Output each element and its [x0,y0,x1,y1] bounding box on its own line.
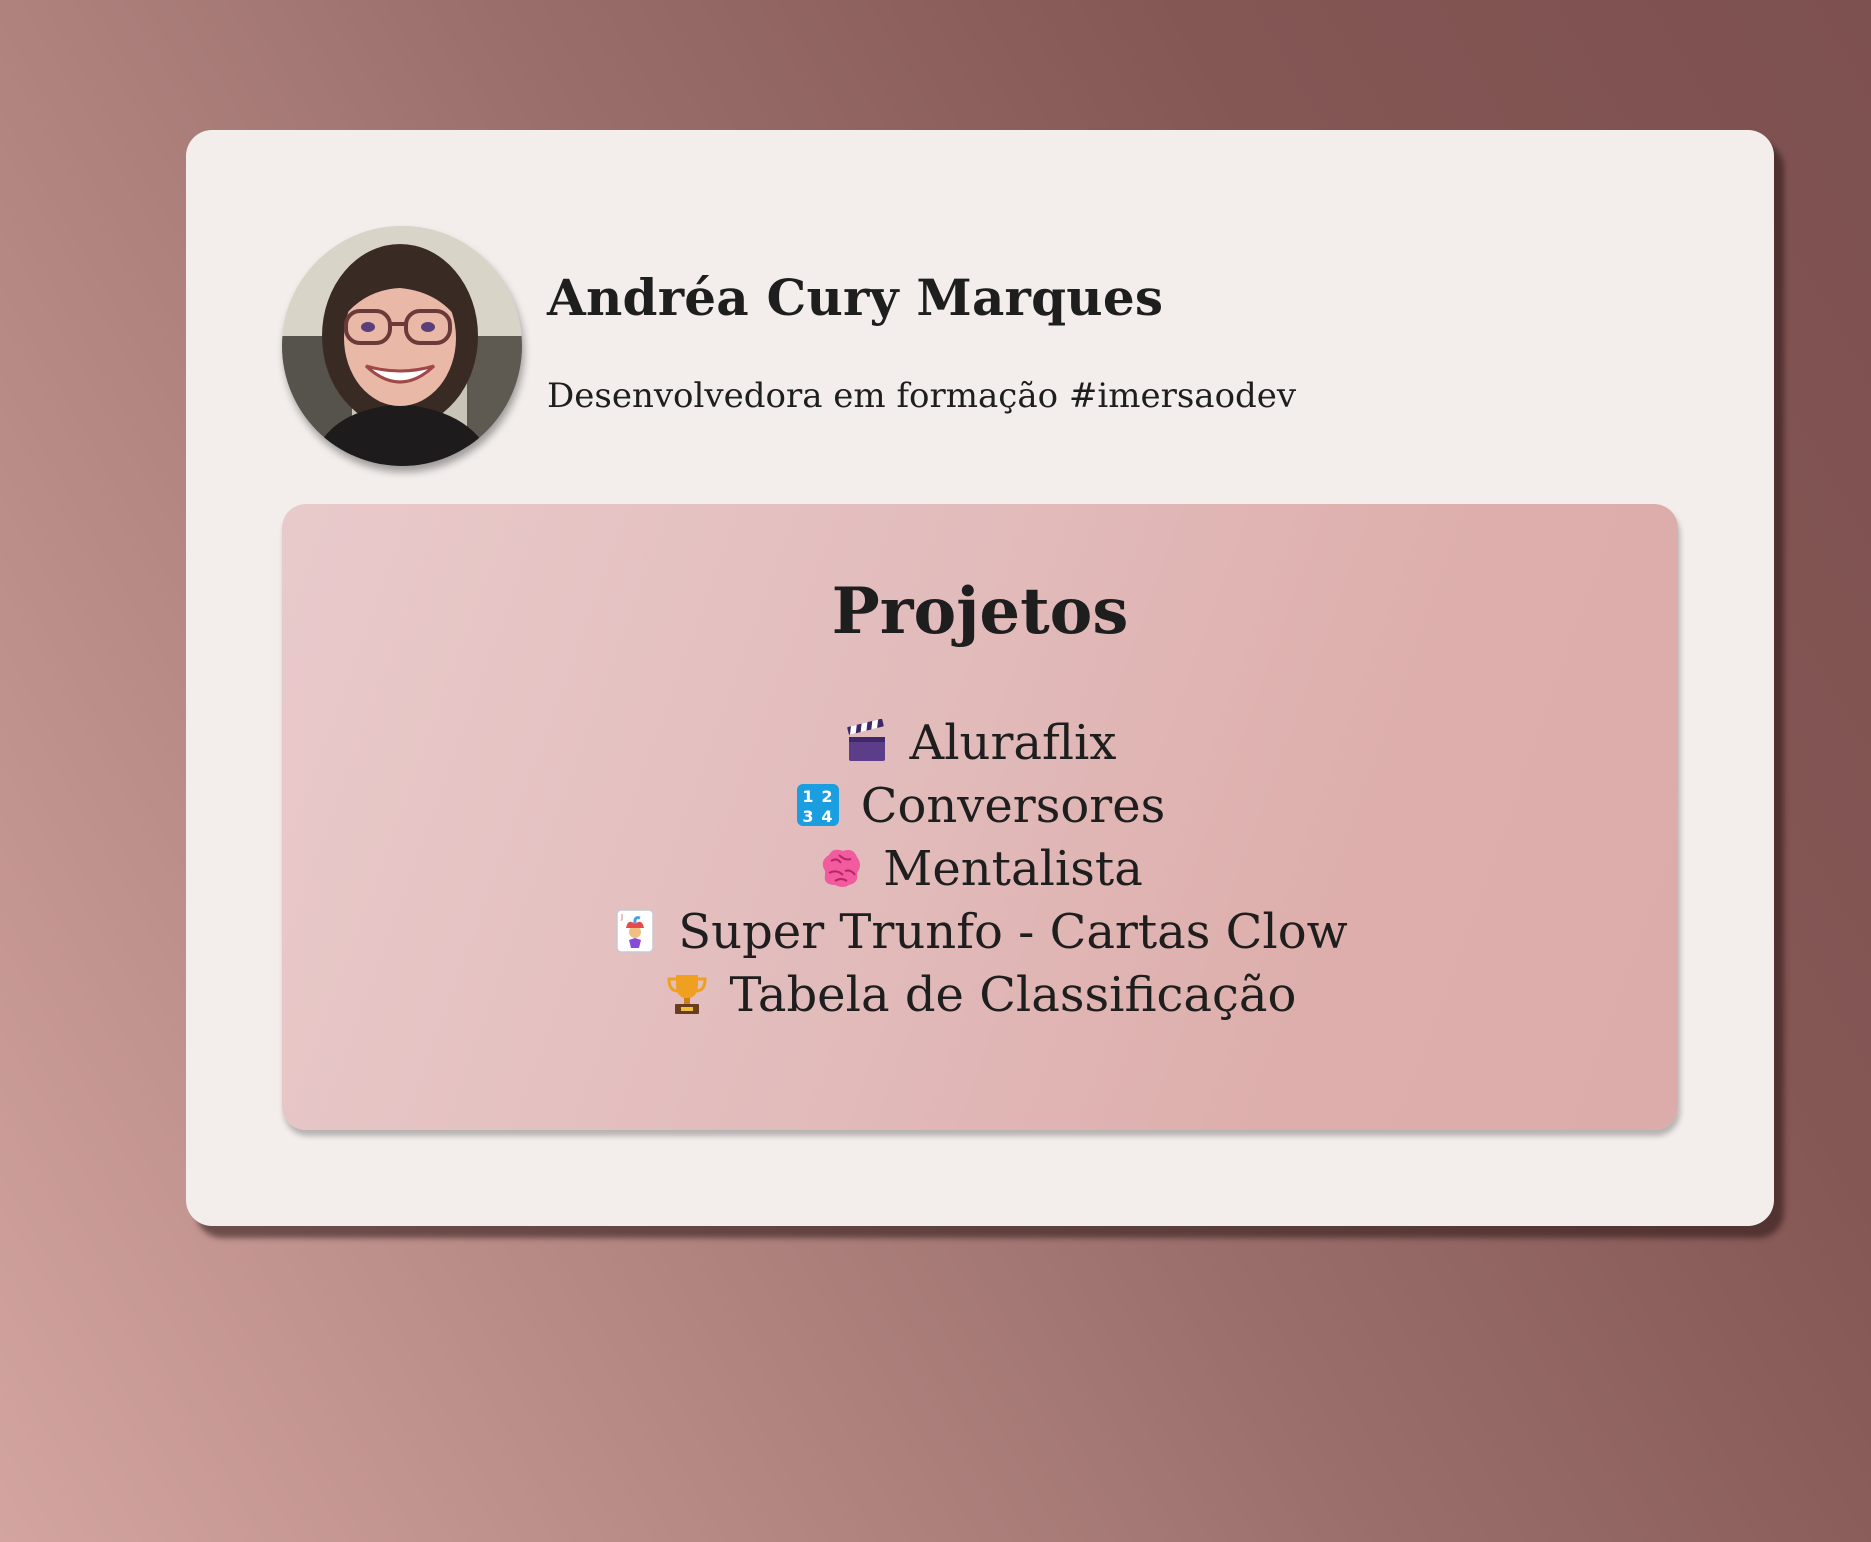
trophy-icon [664,971,710,1017]
avatar-photo [282,226,522,466]
clapper-board-icon [844,719,890,765]
project-item-tabela-classificacao[interactable]: Tabela de Classificação [282,964,1678,1027]
svg-text:1: 1 [802,787,813,806]
project-label: Tabela de Classificação [729,967,1297,1023]
svg-text:3: 3 [802,807,813,826]
project-item-aluraflix[interactable]: Aluraflix [282,712,1678,775]
project-item-mentalista[interactable]: Mentalista [282,838,1678,901]
projects-panel: Projetos Aluraflix 1 2 3 4 Conversores M… [282,504,1678,1130]
profile-card: Andréa Cury Marques Desenvolvedora em fo… [186,130,1774,1226]
projects-list: Aluraflix 1 2 3 4 Conversores Mentalista… [282,712,1678,1027]
project-item-conversores[interactable]: 1 2 3 4 Conversores [282,775,1678,838]
projects-title: Projetos [831,574,1129,649]
project-label: Aluraflix [909,715,1117,771]
brain-icon [817,845,863,891]
svg-text:4: 4 [821,807,832,826]
svg-text:2: 2 [821,787,832,806]
profile-bio: Desenvolvedora em formação #imersaodev [547,376,1297,416]
project-label: Super Trunfo - Cartas Clow [678,904,1348,960]
profile-name: Andréa Cury Marques [547,268,1164,327]
project-label: Mentalista [883,841,1143,897]
joker-card-icon: J [612,908,658,954]
project-label: Conversores [860,778,1166,834]
input-numbers-icon: 1 2 3 4 [795,782,841,828]
project-item-super-trunfo[interactable]: J Super Trunfo - Cartas Clow [282,901,1678,964]
avatar [282,226,522,466]
svg-text:J: J [620,913,623,921]
